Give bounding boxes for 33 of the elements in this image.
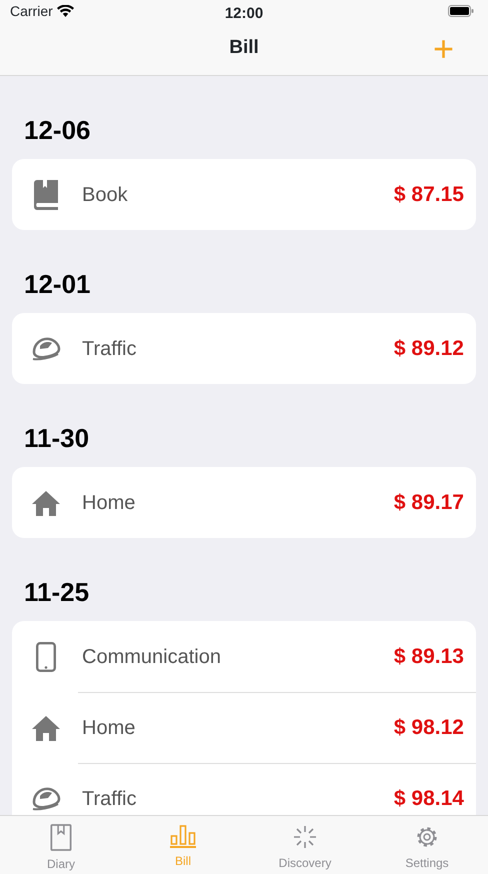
add-button[interactable]: + [432,30,454,66]
category-label: Home [82,716,136,738]
amount: $ 89.13 [394,644,464,670]
category-label: Traffic [82,338,136,360]
screen-title: Bill [229,36,259,60]
tab-bar-item[interactable]: Discovery [244,816,366,874]
house-icon [31,490,61,516]
category-label: Communication [82,646,221,668]
date-heading: 12-06 [24,117,90,143]
date-heading: 11-25 [24,579,90,605]
amount: $ 87.15 [394,182,464,208]
sparkle-icon [292,824,318,850]
amount: $ 89.12 [394,336,464,362]
category-label: Home [82,492,136,514]
wifi-icon [56,5,74,17]
date-heading: 12-01 [24,271,90,297]
tab-bar-item[interactable]: Settings [366,816,488,874]
tab-bar-item[interactable]: Bill [122,816,244,874]
category-label: Book [82,184,128,206]
clock-time: 12:00 [224,4,264,24]
battery-icon [448,5,474,17]
book-icon [32,180,60,210]
carrier-label: Carrier [10,2,53,20]
amount: $ 98.14 [394,786,464,812]
date-heading: 11-30 [24,425,90,451]
smartphone-icon [36,642,56,672]
category-label: Traffic [82,788,136,810]
notebook-icon [50,824,72,851]
house-icon [31,714,61,740]
bar-chart-icon [170,824,196,848]
tab-bar-item[interactable]: Diary [0,816,122,874]
amount: $ 89.17 [394,490,464,516]
amount: $ 98.12 [394,714,464,741]
